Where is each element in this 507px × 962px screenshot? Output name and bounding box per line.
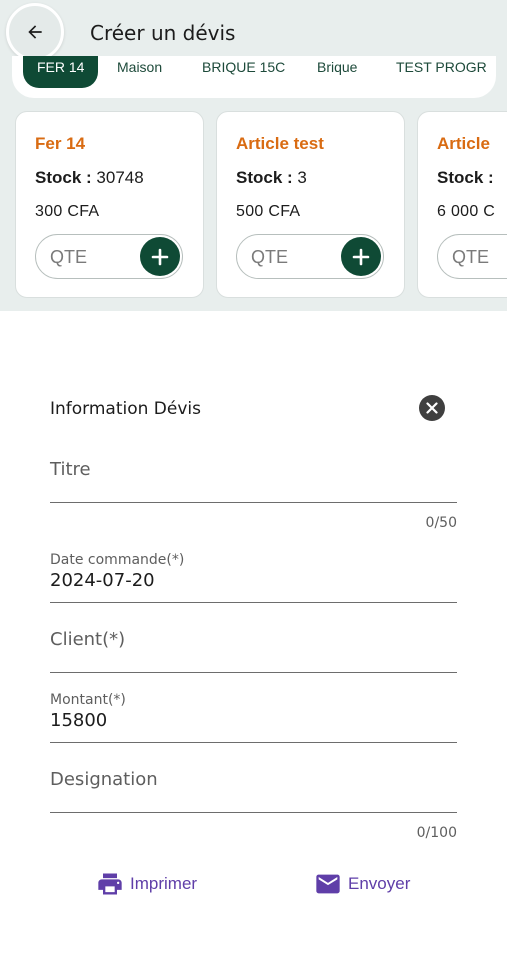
back-button[interactable]: [6, 3, 64, 61]
close-icon: [426, 402, 438, 414]
page-title: Créer un dévis: [90, 21, 236, 45]
client-field[interactable]: Client(*): [50, 622, 457, 673]
stock-label: Stock :: [35, 168, 92, 187]
product-price: 500 CFA: [236, 203, 301, 220]
product-name: Article test: [236, 134, 324, 153]
quantity-placeholder: QTE: [452, 247, 490, 267]
print-label: Imprimer: [130, 874, 198, 893]
designation-placeholder: Designation: [50, 769, 158, 790]
stock-label: Stock :: [437, 168, 494, 187]
quantity-input[interactable]: QTE: [437, 234, 507, 279]
form-header: Information Dévis: [50, 399, 201, 419]
stock-value: 30748: [96, 168, 144, 187]
mail-icon: [316, 874, 340, 894]
designation-counter: 0/100: [416, 825, 457, 841]
send-button[interactable]: Envoyer: [314, 870, 410, 898]
amount-value: 15800: [50, 710, 108, 731]
client-placeholder: Client(*): [50, 629, 126, 650]
quantity-input[interactable]: QTE: [236, 234, 384, 279]
product-price: 300 CFA: [35, 203, 100, 220]
printer-icon: [98, 873, 122, 895]
title-counter: 0/50: [425, 515, 457, 531]
product-card: Article Stock : 6 000 C QTE: [417, 111, 507, 298]
product-price: 6 000 C: [437, 203, 496, 220]
title-placeholder: Titre: [50, 459, 91, 480]
category-filter-bar[interactable]: FER 14 Maison BRIQUE 15C Brique TEST PRO…: [12, 56, 496, 98]
product-name: Fer 14: [35, 134, 86, 153]
product-stock: Stock : 3: [236, 168, 307, 188]
category-chip-brique[interactable]: Brique: [303, 56, 371, 88]
stock-label: Stock :: [236, 168, 293, 187]
add-to-quote-button[interactable]: [140, 237, 180, 276]
arrow-left-icon: [28, 25, 42, 39]
category-chip-brique-15c[interactable]: BRIQUE 15C: [188, 56, 299, 88]
top-section: Créer un dévis FER 14 Maison BRIQUE 15C …: [0, 0, 507, 311]
stock-value: 3: [297, 168, 307, 187]
plus-icon: [352, 248, 370, 265]
date-value: 2024-07-20: [50, 570, 155, 591]
product-name: Article: [437, 134, 490, 153]
category-chip-test-progr[interactable]: TEST PROGR: [382, 56, 496, 88]
amount-label: Montant(*): [50, 692, 126, 708]
send-label: Envoyer: [348, 874, 411, 893]
quantity-placeholder: QTE: [50, 247, 88, 267]
plus-icon: [151, 248, 169, 265]
product-stock: Stock :: [437, 168, 498, 188]
amount-field[interactable]: Montant(*) 15800: [50, 692, 457, 743]
close-form-button[interactable]: [419, 395, 445, 421]
date-label: Date commande(*): [50, 552, 185, 568]
product-card: Article test Stock : 3 500 CFA QTE: [216, 111, 405, 298]
title-field[interactable]: Titre: [50, 452, 457, 503]
designation-field[interactable]: Designation: [50, 762, 457, 813]
category-chip-fer-14[interactable]: FER 14: [23, 56, 99, 88]
add-to-quote-button[interactable]: [341, 237, 381, 276]
quantity-input[interactable]: QTE: [35, 234, 183, 279]
quantity-placeholder: QTE: [251, 247, 289, 267]
product-card: Fer 14 Stock : 30748 300 CFA QTE: [15, 111, 204, 298]
date-field[interactable]: Date commande(*) 2024-07-20: [50, 552, 457, 603]
category-chip-maison[interactable]: Maison: [103, 56, 176, 88]
print-button[interactable]: Imprimer: [96, 870, 197, 898]
product-stock: Stock : 30748: [35, 168, 144, 188]
